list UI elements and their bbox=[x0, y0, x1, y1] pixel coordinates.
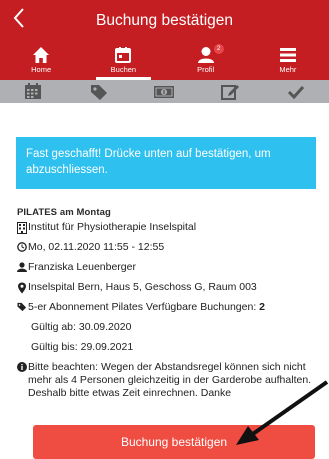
calendar-icon bbox=[115, 47, 132, 63]
valid-from-row: Gültig ab: 30.09.2020 bbox=[31, 321, 132, 333]
nav-label-buchen: Buchen bbox=[110, 65, 137, 74]
subscription-count: 2 bbox=[259, 301, 266, 313]
profile-badge: 2 bbox=[213, 44, 224, 54]
nav-label-profil: Profil bbox=[197, 65, 215, 74]
building-icon bbox=[17, 222, 27, 234]
datetime-row: Mo, 02.11.2020 11:55 - 12:55 bbox=[17, 241, 317, 261]
clock-icon bbox=[17, 242, 27, 252]
notice-text: Bitte beachten: Wegen der Abstandsregel … bbox=[28, 361, 312, 399]
datetime-text: Mo, 02.11.2020 11:55 - 12:55 bbox=[28, 241, 165, 253]
notice-row: Bitte beachten: Wegen der Abstandsregel … bbox=[17, 361, 317, 400]
nav-item-buchen[interactable]: Buchen bbox=[82, 44, 164, 80]
subscription-text: 5-er Abonnement Pilates Verfügbare Buchu… bbox=[28, 301, 260, 313]
bottom-nav: Home Buchen 2 Profil Mehr bbox=[0, 44, 329, 80]
location-row: Inselspital Bern, Haus 5, Geschoss G, Ra… bbox=[17, 281, 317, 301]
step-edit bbox=[197, 80, 263, 103]
institute-row: Institut für Physiotherapie Inselspital bbox=[17, 221, 317, 241]
money-icon bbox=[154, 85, 175, 98]
nav-item-profil[interactable]: 2 Profil bbox=[165, 44, 247, 80]
page-title: Buchung bestätigen bbox=[95, 12, 234, 29]
menu-icon bbox=[279, 48, 296, 62]
institute-text: Institut für Physiotherapie Inselspital bbox=[28, 221, 197, 233]
tag-icon bbox=[90, 84, 107, 100]
person-icon bbox=[17, 262, 27, 272]
step-calendar bbox=[0, 80, 66, 103]
instructor-text: Franziska Leuenberger bbox=[28, 261, 136, 273]
step-tag bbox=[66, 80, 132, 103]
nav-item-mehr[interactable]: Mehr bbox=[247, 44, 329, 80]
booking-steps bbox=[0, 80, 329, 103]
subscription-row: 5-er Abonnement Pilates Verfügbare Buchu… bbox=[17, 301, 317, 321]
edit-icon bbox=[221, 85, 240, 100]
instructor-row: Franziska Leuenberger bbox=[17, 261, 317, 281]
check-icon bbox=[288, 85, 305, 99]
user-icon bbox=[197, 47, 214, 63]
nav-label-mehr: Mehr bbox=[279, 65, 297, 74]
valid-until-row: Gültig bis: 29.09.2021 bbox=[31, 341, 134, 353]
app-header: Buchung bestätigen Home Buchen 2 Profil bbox=[0, 0, 329, 80]
booking-details: PILATES am Montag Institut für Physiothe… bbox=[17, 207, 317, 400]
home-icon bbox=[33, 47, 50, 63]
nav-item-home[interactable]: Home bbox=[0, 44, 82, 80]
step-confirm bbox=[263, 80, 329, 103]
location-text: Inselspital Bern, Haus 5, Geschoss G, Ra… bbox=[28, 281, 257, 293]
nav-label-home: Home bbox=[31, 65, 52, 74]
title-bar: Buchung bestätigen bbox=[0, 0, 329, 44]
map-marker-icon bbox=[18, 282, 26, 294]
calendar-grid-icon bbox=[24, 83, 41, 99]
tags-icon bbox=[17, 302, 27, 312]
info-icon bbox=[17, 362, 27, 372]
step-payment bbox=[132, 80, 198, 103]
course-title: PILATES am Montag bbox=[17, 207, 111, 218]
confirm-booking-button[interactable]: Buchung bestätigen bbox=[33, 425, 315, 459]
info-banner: Fast geschafft! Drücke unten auf bestäti… bbox=[16, 137, 316, 189]
